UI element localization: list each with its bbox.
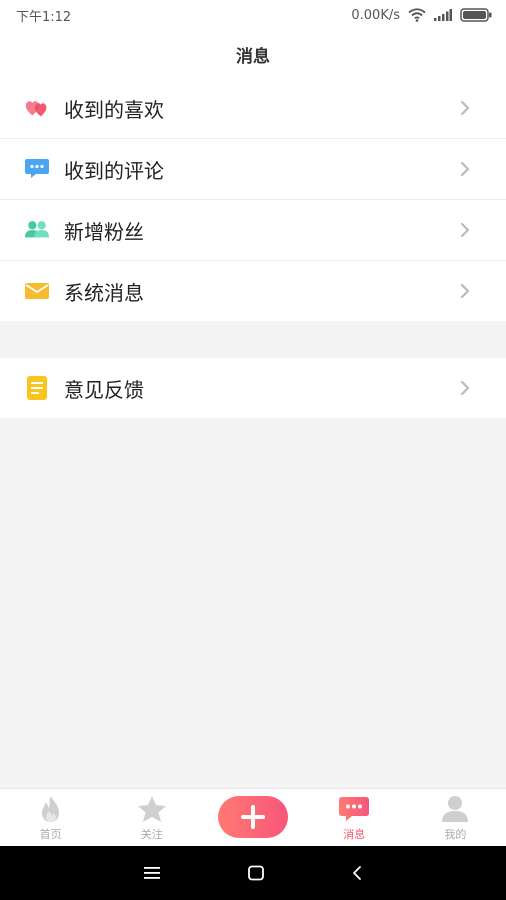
menu-item-label: 系统消息 bbox=[64, 280, 144, 305]
tab-label: 我的 bbox=[444, 828, 467, 841]
tab-follow[interactable]: 关注 bbox=[101, 789, 202, 846]
star-icon bbox=[136, 794, 168, 824]
feedback-menu-group: 意见反馈 bbox=[0, 358, 506, 418]
menu-item-new-fans[interactable]: 新增粉丝 bbox=[0, 200, 506, 261]
tab-messages[interactable]: 消息 bbox=[304, 789, 405, 846]
chevron-right-icon bbox=[460, 100, 470, 116]
tab-home[interactable]: 首页 bbox=[0, 789, 101, 846]
fans-icon bbox=[24, 217, 50, 243]
wifi-icon bbox=[408, 8, 426, 22]
message-menu-group: 收到的喜欢 收到的评论 新增粉丝 系统消息 bbox=[0, 78, 506, 321]
message-icon bbox=[338, 794, 370, 824]
battery-icon bbox=[460, 8, 492, 22]
signal-icon bbox=[434, 9, 452, 21]
flame-icon bbox=[35, 794, 67, 824]
tab-label: 关注 bbox=[140, 828, 163, 841]
comment-bubble-icon bbox=[24, 156, 50, 182]
status-time: 下午1:12 bbox=[16, 9, 72, 25]
chevron-right-icon bbox=[460, 380, 470, 396]
person-icon bbox=[439, 794, 471, 824]
menu-item-system-messages[interactable]: 系统消息 bbox=[0, 261, 506, 321]
menu-icon[interactable] bbox=[143, 866, 161, 880]
chevron-right-icon bbox=[460, 283, 470, 299]
chevron-right-icon bbox=[460, 222, 470, 238]
menu-item-received-likes[interactable]: 收到的喜欢 bbox=[0, 78, 506, 139]
tab-label: 首页 bbox=[39, 828, 62, 841]
page-header: 消息 bbox=[0, 30, 506, 78]
tab-me[interactable]: 我的 bbox=[405, 789, 506, 846]
tab-label: 消息 bbox=[343, 828, 366, 841]
create-post-button[interactable] bbox=[218, 796, 288, 838]
status-bar: 下午1:12 0.00K/s bbox=[0, 0, 506, 30]
menu-item-label: 新增粉丝 bbox=[64, 219, 144, 244]
system-navigation-bar bbox=[0, 846, 506, 900]
chevron-right-icon bbox=[460, 161, 470, 177]
page-title: 消息 bbox=[236, 46, 270, 67]
menu-item-feedback[interactable]: 意见反馈 bbox=[0, 358, 506, 418]
document-icon bbox=[24, 375, 50, 401]
plus-icon bbox=[241, 805, 265, 829]
envelope-icon bbox=[24, 278, 50, 304]
menu-item-label: 收到的评论 bbox=[64, 158, 164, 183]
status-indicators: 0.00K/s bbox=[351, 8, 492, 23]
menu-item-label: 意见反馈 bbox=[64, 377, 144, 402]
hearts-icon bbox=[24, 95, 50, 121]
home-square-icon[interactable] bbox=[247, 865, 265, 881]
back-icon[interactable] bbox=[351, 865, 363, 881]
network-speed: 0.00K/s bbox=[351, 7, 400, 23]
menu-item-label: 收到的喜欢 bbox=[64, 97, 164, 122]
menu-item-received-comments[interactable]: 收到的评论 bbox=[0, 139, 506, 200]
